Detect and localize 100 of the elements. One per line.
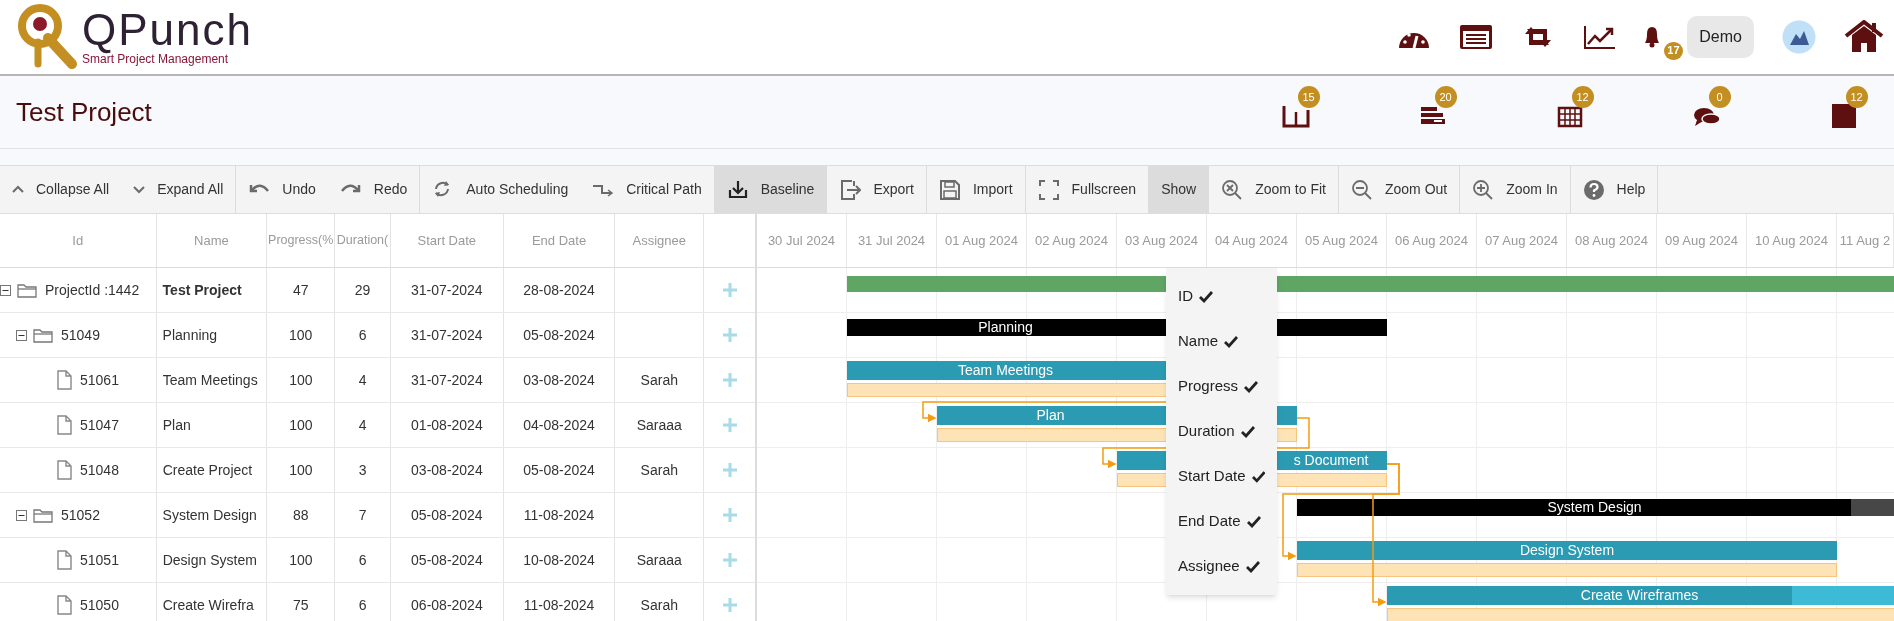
date-header: 09 Aug 2024 — [1665, 231, 1738, 250]
list-window-icon[interactable] — [1459, 24, 1494, 50]
table-cell-text: 28-08-2024 — [523, 280, 595, 300]
menu-item-label[interactable]: ID — [1178, 285, 1193, 308]
table-cell-text: 11-08-2024 — [523, 505, 595, 525]
table-cell-text: 7 — [358, 505, 367, 525]
table-cell-text: 03-08-2024 — [411, 460, 483, 480]
file-icon — [56, 595, 72, 615]
toolbar-button[interactable]: Collapse All — [0, 166, 122, 213]
collapse-toggle[interactable] — [0, 284, 11, 296]
bar-label: Design System — [1519, 541, 1615, 560]
task-id: 51047 — [80, 415, 119, 435]
menu-item-label[interactable]: Start Date — [1178, 465, 1246, 488]
count-badge: 15 — [1297, 86, 1320, 108]
table-cell-text: 100 — [289, 550, 313, 570]
table-cell-text: Saraaa — [636, 415, 682, 435]
task-id: 51048 — [80, 460, 119, 480]
toolbar-button[interactable]: Show — [1149, 166, 1209, 213]
toolbar-button[interactable]: Baseline — [714, 166, 827, 213]
table-cell-text: Sarah — [640, 370, 678, 390]
note-icon[interactable] — [1829, 102, 1858, 130]
toolbar-button[interactable]: Zoom Out — [1339, 166, 1460, 213]
count-badge: 12 — [1571, 86, 1594, 108]
table-cell-text: 6 — [358, 550, 367, 570]
avatar-icon[interactable] — [1782, 20, 1816, 54]
table-cell-text: 100 — [289, 325, 313, 345]
table-cell-text: 10-08-2024 — [523, 550, 595, 570]
file-icon — [56, 460, 72, 480]
zoom-in-icon — [1472, 178, 1495, 201]
chevron-down-icon — [133, 185, 146, 194]
date-header: 07 Aug 2024 — [1485, 231, 1558, 250]
table-cell-text: Plan — [162, 415, 191, 435]
summary-bar[interactable]: System Design — [1297, 499, 1894, 516]
bell-icon[interactable] — [1645, 26, 1660, 48]
table-cell-text: 31-07-2024 — [411, 280, 483, 300]
task-id: ProjectId :1442 — [45, 280, 140, 300]
date-header: 04 Aug 2024 — [1215, 231, 1288, 250]
table-cell-text: System Design — [162, 505, 257, 525]
table-cell-text: Create Project — [162, 460, 253, 480]
home-icon[interactable] — [1844, 20, 1884, 54]
menu-item-label[interactable]: End Date — [1178, 510, 1241, 533]
table-cell-text: 05-08-2024 — [523, 460, 595, 480]
file-icon — [56, 370, 72, 390]
table-cell-text: 04-08-2024 — [523, 415, 595, 435]
toolbar-button[interactable]: Critical Path — [580, 166, 714, 213]
folder-icon — [17, 281, 37, 299]
table-cell-text: 05-08-2024 — [411, 505, 483, 525]
folder-icon — [33, 326, 53, 344]
table-cell-text: Team Meetings — [162, 370, 258, 390]
collapse-toggle[interactable] — [16, 509, 27, 521]
bar-label: System Design — [1547, 499, 1642, 516]
date-header: 01 Aug 2024 — [945, 231, 1018, 250]
date-header: 06 Aug 2024 — [1395, 231, 1468, 250]
collapse-toggle[interactable] — [16, 329, 27, 341]
count-badge: 20 — [1434, 86, 1457, 108]
task-id: 51051 — [80, 550, 119, 570]
table-cell-text: Planning — [162, 325, 218, 345]
toolbar-button[interactable]: Fullscreen — [1025, 166, 1149, 213]
table-cell-text: Design System — [162, 550, 257, 570]
date-header: 30 Jul 2024 — [767, 231, 836, 250]
toolbar-button[interactable]: Import — [926, 166, 1025, 213]
table-cell-text: 3 — [358, 460, 367, 480]
toolbar-button[interactable]: Redo — [327, 166, 420, 213]
date-header: 11 Aug 2 — [1839, 231, 1891, 250]
table-cell-text: 31-07-2024 — [411, 325, 483, 345]
file-icon — [56, 550, 72, 570]
task-id: 51050 — [80, 595, 119, 615]
table-cell-text: 11-08-2024 — [523, 595, 595, 615]
toolbar-button[interactable]: Auto Scheduling — [420, 166, 581, 213]
line-chart-icon[interactable] — [1583, 24, 1618, 50]
folder-icon — [33, 506, 53, 524]
toolbar-button[interactable]: Help — [1570, 166, 1658, 213]
export-icon — [839, 178, 862, 201]
table-cell-text: 100 — [289, 415, 313, 435]
task-id: 51061 — [80, 370, 119, 390]
date-header: 02 Aug 2024 — [1035, 231, 1108, 250]
menu-item-label[interactable]: Assignee — [1178, 555, 1240, 578]
toolbar-button[interactable]: Export — [827, 166, 926, 213]
logo-title: QPunch — [82, 8, 253, 52]
zoom-out-icon — [1351, 178, 1373, 201]
table-cell-text: Sarah — [640, 460, 678, 480]
table-cell-text: 75 — [293, 595, 309, 615]
task-id: 51052 — [61, 505, 100, 525]
table-cell-text: 88 — [292, 505, 309, 525]
toolbar-button[interactable]: Undo — [236, 166, 328, 213]
table-cell-text: 29 — [354, 280, 371, 300]
bar-label: Create Wireframes — [1580, 586, 1699, 605]
toolbar-button[interactable]: Zoom In — [1460, 166, 1570, 213]
table-cell-text: 4 — [358, 415, 367, 435]
bar-label: Plan — [1036, 406, 1065, 425]
toolbar-button[interactable]: Expand All — [121, 166, 236, 213]
zoom-fit-icon — [1221, 178, 1244, 201]
count-badge: 0 — [1708, 86, 1731, 108]
table-cell-text: Create Wirefra — [162, 595, 254, 615]
table-cell-text: 100 — [289, 460, 313, 480]
table-cell-text: 06-08-2024 — [411, 595, 483, 615]
notification-badge: 17 — [1664, 41, 1683, 60]
user-menu-button[interactable]: Demo — [1687, 16, 1754, 58]
date-header: 10 Aug 2024 — [1755, 231, 1828, 250]
toolbar-button[interactable]: Zoom to Fit — [1209, 166, 1338, 213]
